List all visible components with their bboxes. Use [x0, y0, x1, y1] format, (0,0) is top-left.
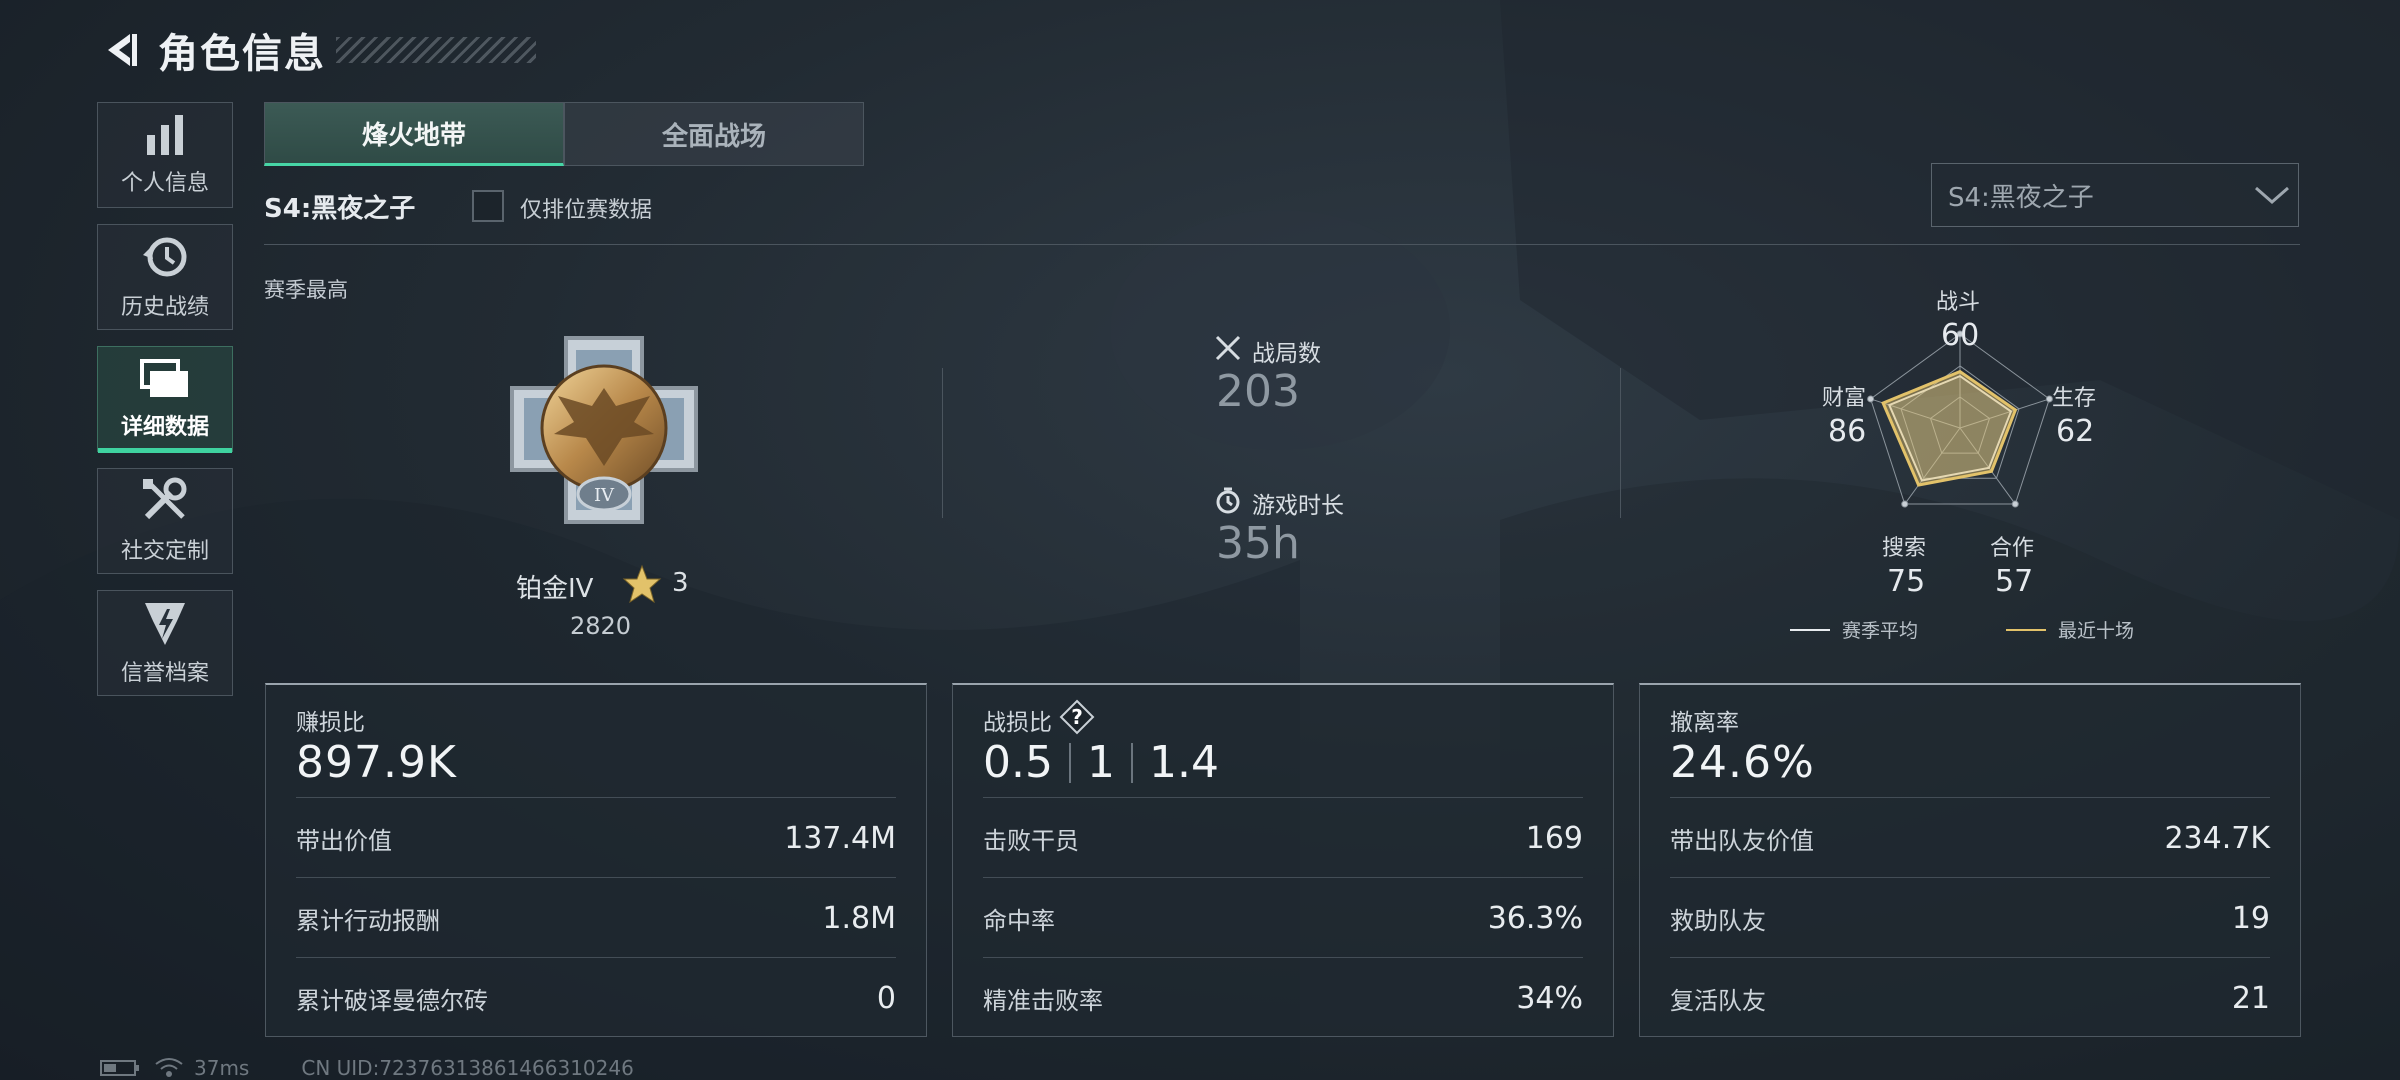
- card-kd: 战损比 ? 0.5 1 1.4 击败干员 169 命中率 36.3% 精准击败率 34…: [952, 683, 1614, 1037]
- rank-star-count: 3: [672, 568, 689, 598]
- divider: [942, 368, 943, 518]
- radar-label-combat: 战斗: [1936, 290, 1981, 315]
- sidebar-item-details[interactable]: 详细数据: [97, 346, 233, 453]
- radar-axis-dot: [2011, 500, 2019, 508]
- radar-label-search: 搜索: [1882, 536, 1927, 561]
- chevron-down-icon: [2246, 185, 2298, 205]
- page-title: 角色信息: [158, 31, 326, 77]
- sidebar-item-profile[interactable]: 个人信息: [97, 102, 233, 208]
- stat-row: 累计行动报酬 1.8M: [296, 877, 896, 958]
- bar-chart-icon: [147, 115, 183, 155]
- crossed-swords-icon: [1215, 335, 1241, 361]
- stopwatch-icon: [1216, 487, 1240, 514]
- matches-value: 203: [1216, 366, 1300, 417]
- stat-row: 复活队友 21: [1670, 957, 2270, 1038]
- wifi-icon: [155, 1058, 183, 1077]
- radar-label-teamwork: 合作: [1990, 536, 2035, 561]
- card-title: 撤离率: [1670, 710, 1739, 736]
- radar-value-teamwork: 57: [1995, 564, 2034, 599]
- stat-row: 累计破译曼德尔砖 0: [296, 957, 896, 1038]
- rank-name: 铂金IV: [516, 574, 594, 604]
- sidebar-item-social[interactable]: 社交定制: [97, 468, 233, 574]
- card-title: 赚损比: [296, 710, 365, 736]
- rank-badge-icon: IV: [510, 336, 698, 524]
- stat-row: 命中率 36.3%: [983, 877, 1583, 958]
- ranked-only-label: 仅排位赛数据: [520, 198, 653, 223]
- sidebar-item-label: 信誉档案: [120, 661, 209, 686]
- legend-item-recent: 最近十场: [2006, 616, 2134, 643]
- radar-axis-dot: [1867, 395, 1875, 403]
- matches-label: 战局数: [1252, 341, 1321, 367]
- mode-tabs: 烽火地带 全面战场: [264, 102, 864, 166]
- card-title: 战损比: [983, 710, 1052, 736]
- tab-warzone[interactable]: 烽火地带: [264, 102, 564, 166]
- stat-row: 击败干员 169: [983, 797, 1583, 878]
- uid-text: CN UID:72376313861466310246: [301, 1056, 634, 1080]
- folder-icon: [140, 359, 188, 397]
- ranked-only-checkbox[interactable]: [472, 190, 504, 222]
- ping-value: 37ms: [194, 1056, 250, 1080]
- status-bar: 37ms CN UID:72376313861466310246: [100, 1056, 634, 1080]
- kd-ratio: 0.5 1 1.4: [983, 737, 1219, 788]
- sidebar-item-label: 社交定制: [120, 539, 209, 564]
- svg-text:IV: IV: [594, 485, 615, 506]
- sidebar-item-history[interactable]: 历史战绩: [97, 224, 233, 330]
- card-main-value: 897.9K: [296, 737, 457, 788]
- card-main-value: 24.6%: [1670, 737, 1815, 788]
- radar-value-wealth: 86: [1828, 414, 1867, 449]
- header: 角色信息: [96, 22, 536, 78]
- radar-value-search: 75: [1887, 564, 1926, 599]
- radar-series-recent: [1881, 369, 2018, 487]
- stat-row: 精准击败率 34%: [983, 957, 1583, 1038]
- radar-value-survival: 62: [2056, 414, 2095, 449]
- radar-label-survival: 生存: [2052, 386, 2097, 411]
- emblem-icon: [145, 603, 185, 645]
- radar-label-wealth: 财富: [1822, 386, 1867, 411]
- playtime-value: 35h: [1216, 518, 1300, 569]
- tools-icon: [143, 477, 187, 520]
- rank-score: 2820: [570, 612, 632, 640]
- divider: [1620, 368, 1621, 518]
- sidebar-item-label: 个人信息: [120, 171, 209, 196]
- card-extract: 撤离率 24.6% 带出队友价值 234.7K 救助队友 19 复活队友 21: [1639, 683, 2301, 1037]
- radar-value-combat: 60: [1941, 318, 1980, 353]
- legend-item-average: 赛季平均: [1790, 616, 1918, 643]
- sidebar-item-label: 详细数据: [120, 415, 209, 440]
- back-button[interactable]: [96, 26, 144, 74]
- stat-row: 带出价值 137.4M: [296, 797, 896, 878]
- clock-history-icon: [143, 237, 187, 277]
- back-arrow-icon: [108, 34, 137, 66]
- svg-text:?: ?: [1071, 705, 1083, 729]
- season-best-heading: 赛季最高: [264, 278, 348, 302]
- tab-battlefield[interactable]: 全面战场: [564, 102, 864, 166]
- battery-icon: [100, 1060, 139, 1076]
- help-icon[interactable]: ?: [1059, 699, 1095, 735]
- playtime-label: 游戏时长: [1252, 493, 1344, 519]
- divider: [264, 244, 2300, 245]
- star-icon: [622, 564, 662, 604]
- sidebar: 个人信息 历史战绩 详细数据 社交定制 信誉档案: [97, 102, 235, 712]
- radar-axis-dot: [1901, 500, 1909, 508]
- season-select[interactable]: S4:黑夜之子: [1931, 163, 2299, 227]
- season-label: S4:黑夜之子: [264, 194, 416, 224]
- sidebar-item-label: 历史战绩: [120, 295, 209, 320]
- title-decoration: [336, 37, 536, 63]
- card-profit: 赚损比 897.9K 带出价值 137.4M 累计行动报酬 1.8M 累计破译曼德尔…: [265, 683, 927, 1037]
- stat-row: 带出队友价值 234.7K: [1670, 797, 2270, 878]
- season-select-value: S4:黑夜之子: [1948, 182, 2094, 213]
- stat-row: 救助队友 19: [1670, 877, 2270, 958]
- sidebar-item-reputation[interactable]: 信誉档案: [97, 590, 233, 696]
